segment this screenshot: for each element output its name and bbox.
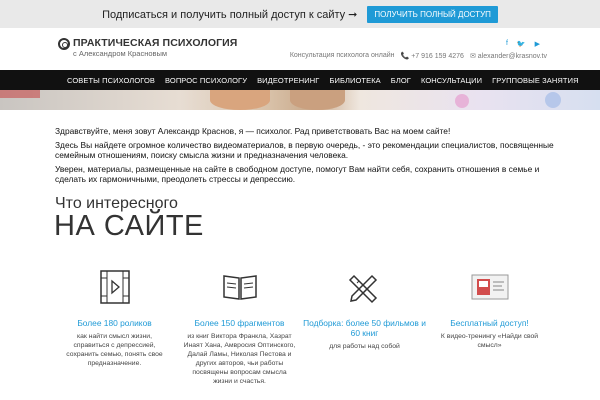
promo-text: Подписаться и получить полный доступ к с… bbox=[102, 8, 358, 21]
site-header: ПРАКТИЧЕСКАЯ ПСИХОЛОГИЯ с Александром Кр… bbox=[0, 28, 600, 70]
logo-subtitle: с Александром Красновым bbox=[73, 49, 168, 58]
main-nav: СОВЕТЫ ПСИХОЛОГОВ ВОПРОС ПСИХОЛОГУ ВИДЕО… bbox=[0, 70, 600, 90]
nav-item-blog[interactable]: БЛОГ bbox=[386, 76, 416, 85]
nav-item-group-sessions[interactable]: ГРУППОВЫЕ ЗАНЯТИЯ bbox=[487, 76, 583, 85]
phone-number[interactable]: 📞 +7 916 159 4276 bbox=[401, 52, 464, 60]
contact-info: Консультация психолога онлайн 📞 +7 916 1… bbox=[290, 52, 547, 60]
feature-desc: К видео-тренингу «Найди свой смысл» bbox=[440, 333, 539, 349]
feature-item[interactable]: Бесплатный доступ! К видео-тренингу «Най… bbox=[427, 268, 552, 386]
nav-item-library[interactable]: БИБЛИОТЕКА bbox=[324, 76, 385, 85]
features: Более 180 роликов как найти смысл жизни,… bbox=[52, 268, 552, 386]
logo-title: ПРАКТИЧЕСКАЯ ПСИХОЛОГИЯ bbox=[73, 37, 238, 49]
feature-item[interactable]: Более 150 фрагментов из книг Виктора Фра… bbox=[177, 268, 302, 386]
nav-item-consultations[interactable]: КОНСУЛЬТАЦИИ bbox=[416, 76, 487, 85]
hero-banner bbox=[0, 90, 600, 110]
logo[interactable]: ПРАКТИЧЕСКАЯ ПСИХОЛОГИЯ с Александром Кр… bbox=[58, 38, 237, 58]
nav-item-tips[interactable]: СОВЕТЫ ПСИХОЛОГОВ bbox=[62, 76, 160, 85]
youtube-icon[interactable]: ▶ bbox=[535, 40, 540, 48]
nav-item-question[interactable]: ВОПРОС ПСИХОЛОГУ bbox=[160, 76, 252, 85]
video-training-icon bbox=[470, 268, 510, 306]
book-icon bbox=[220, 268, 260, 306]
pencil-ruler-icon bbox=[345, 268, 385, 306]
section-title: НА САЙТЕ bbox=[54, 210, 204, 242]
hero-face-right bbox=[290, 90, 345, 110]
feature-desc: как найти смысл жизни, справиться с депр… bbox=[66, 333, 163, 367]
feature-title: Более 150 фрагментов bbox=[194, 318, 285, 328]
intro-greeting: Здравствуйте, меня зовут Александр Красн… bbox=[55, 126, 451, 136]
feature-item[interactable]: Подборка: более 50 фильмов и 60 книг для… bbox=[302, 268, 427, 386]
twitter-icon[interactable]: 🐦 bbox=[517, 40, 526, 48]
balloon-decor bbox=[545, 92, 561, 108]
hero-decor bbox=[0, 90, 40, 98]
nav-item-video-training[interactable]: ВИДЕОТРЕНИНГ bbox=[252, 76, 324, 85]
social-links: f 🐦 ▶ bbox=[506, 40, 540, 48]
feature-desc: из книг Виктора Франкла, Хазрат Инаят Ха… bbox=[183, 333, 296, 385]
feature-item[interactable]: Более 180 роликов как найти смысл жизни,… bbox=[52, 268, 177, 386]
consult-link[interactable]: Консультация психолога онлайн bbox=[290, 52, 395, 60]
intro-paragraph: Здесь Вы найдете огромное количество вид… bbox=[55, 140, 554, 160]
get-access-button[interactable]: ПОЛУЧИТЬ ПОЛНЫЙ ДОСТУП bbox=[367, 5, 498, 23]
intro-text: Здравствуйте, меня зовут Александр Красн… bbox=[55, 126, 555, 188]
feature-desc: для работы над собой bbox=[329, 343, 400, 350]
logo-mark-icon bbox=[58, 38, 70, 50]
email-link[interactable]: ✉ alexander@krasnov.tv bbox=[470, 52, 547, 60]
film-icon bbox=[95, 268, 135, 306]
feature-title: Бесплатный доступ! bbox=[450, 318, 529, 328]
hero-face-left bbox=[210, 90, 270, 110]
balloon-decor bbox=[455, 94, 469, 108]
feature-title: Подборка: более 50 фильмов и 60 книг bbox=[303, 318, 426, 338]
facebook-icon[interactable]: f bbox=[506, 40, 508, 48]
promo-bar: Подписаться и получить полный доступ к с… bbox=[0, 0, 600, 28]
intro-paragraph: Уверен, материалы, размещенные на сайте … bbox=[55, 164, 540, 184]
feature-title: Более 180 роликов bbox=[77, 318, 152, 328]
